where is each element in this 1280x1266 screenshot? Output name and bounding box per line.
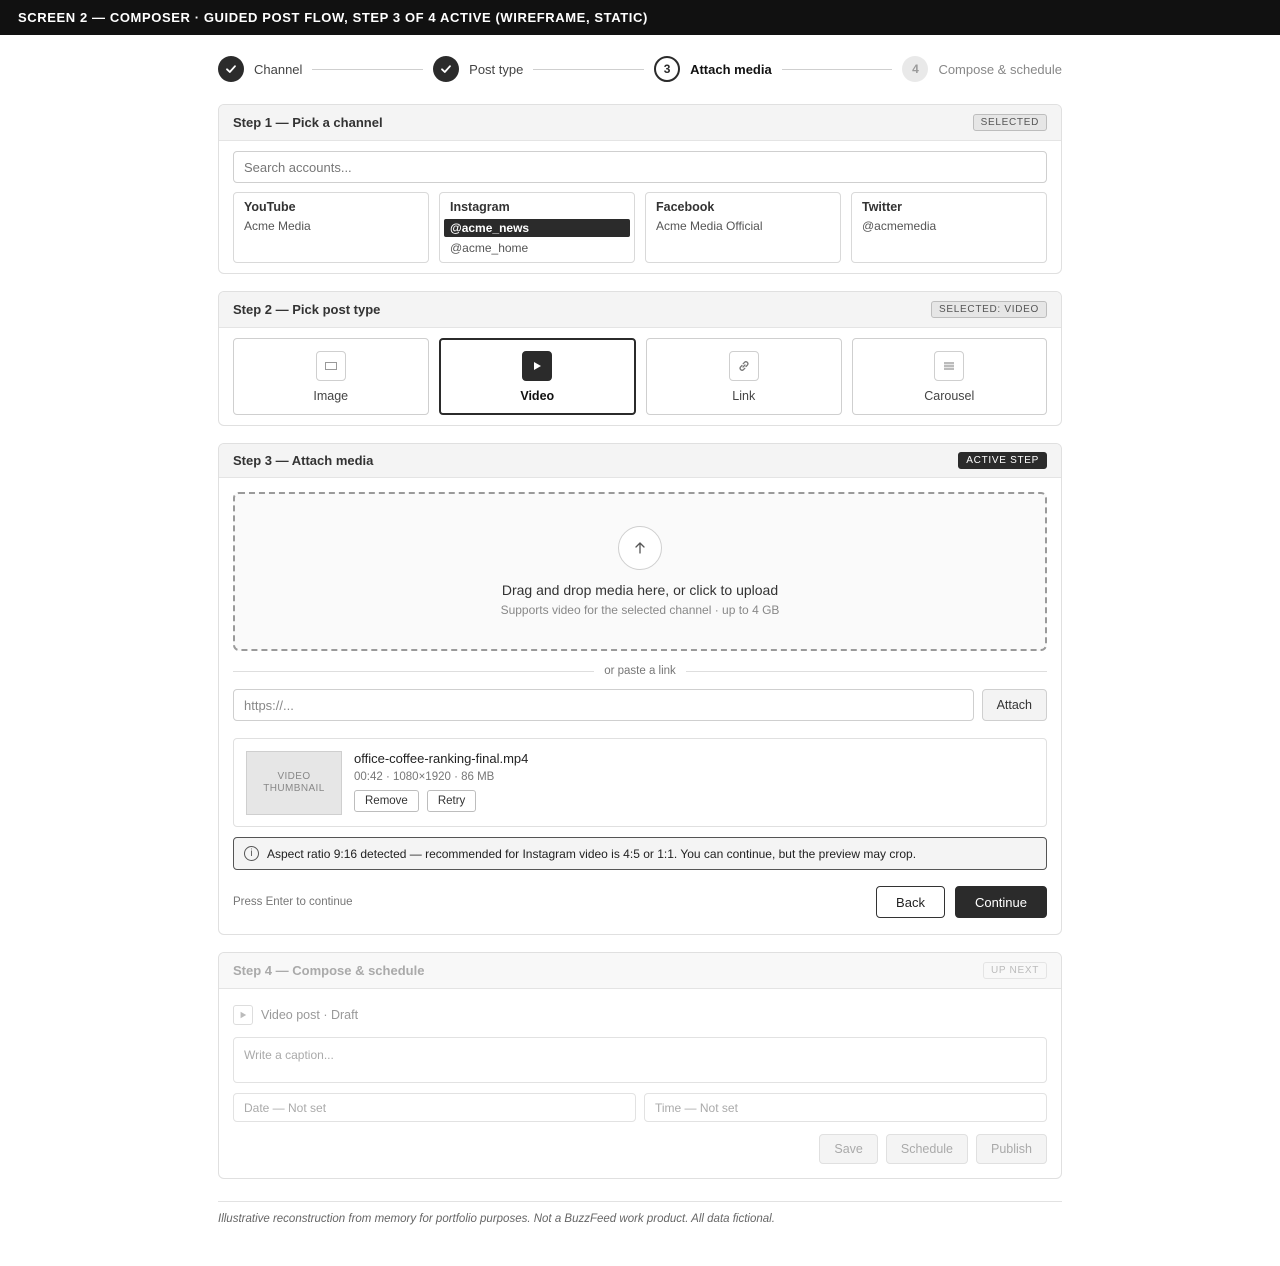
stepper-connector xyxy=(781,68,893,70)
media-url-input[interactable]: https://... xyxy=(233,689,974,721)
info-icon: i xyxy=(244,846,259,861)
or-divider: or paste a link xyxy=(233,665,1048,677)
step3-header: Step 3 — Attach media ACTIVE STEP xyxy=(219,444,1061,478)
step3-card: Step 3 — Attach media ACTIVE STEP Drag a… xyxy=(218,443,1062,935)
channel-card-youtube[interactable]: YouTube Acme Media xyxy=(233,192,429,263)
composer: Channel Post type 3 Attach media 4 Compo… xyxy=(218,35,1062,1225)
account-option[interactable]: Acme Media Official xyxy=(656,219,830,233)
stepper-step-channel[interactable]: Channel xyxy=(218,56,302,82)
stepper-label: Channel xyxy=(254,61,303,77)
step-number: 3 xyxy=(654,56,681,82)
post-type-image[interactable]: Image xyxy=(233,338,429,415)
channel-card-facebook[interactable]: Facebook Acme Media Official xyxy=(645,192,841,263)
stepper-label: Post type xyxy=(469,61,524,77)
time-field[interactable]: Time — Not set xyxy=(644,1093,1047,1122)
stepper-connector xyxy=(312,68,424,70)
post-type-link[interactable]: Link xyxy=(646,338,842,415)
step3-title: Step 3 — Attach media xyxy=(233,453,374,468)
drop-zone-subtitle: Supports video for the selected channel … xyxy=(500,603,780,617)
account-option-selected[interactable]: @acme_news xyxy=(444,219,630,237)
step-number: 4 xyxy=(902,56,929,82)
step2-title: Step 2 — Pick post type xyxy=(233,302,381,317)
step1-header: Step 1 — Pick a channel SELECTED xyxy=(219,105,1061,141)
channel-name: Instagram xyxy=(450,200,510,214)
step2-card: Step 2 — Pick post type SELECTED: VIDEO … xyxy=(218,291,1062,426)
date-field[interactable]: Date — Not set xyxy=(233,1093,636,1122)
post-type-label: Link xyxy=(732,388,756,403)
check-icon xyxy=(218,56,244,82)
stepper-label: Attach media xyxy=(690,61,772,77)
stepper-connector xyxy=(533,68,645,70)
aspect-ratio-warning: i Aspect ratio 9:16 detected — recommend… xyxy=(233,837,1047,870)
attached-file: VIDEO THUMBNAIL office-coffee-ranking-fi… xyxy=(233,738,1047,827)
post-type-list: Image Video Link Carousel xyxy=(233,338,1047,415)
keyboard-hint: Press Enter to continue xyxy=(233,896,353,908)
channel-name: Facebook xyxy=(656,200,715,214)
account-option[interactable]: Acme Media xyxy=(244,219,418,233)
file-name: office-coffee-ranking-final.mp4 xyxy=(354,751,529,766)
disclaimer: Illustrative reconstruction from memory … xyxy=(218,1201,1062,1225)
back-button[interactable]: Back xyxy=(876,886,945,918)
stepper-label: Compose & schedule xyxy=(938,61,1063,77)
channel-card-twitter[interactable]: Twitter @acmemedia xyxy=(851,192,1047,263)
post-type-summary-text: Video post · Draft xyxy=(261,1008,359,1022)
drop-zone-title: Drag and drop media here, or click to up… xyxy=(501,582,779,598)
image-icon xyxy=(315,350,346,381)
retry-button[interactable]: Retry xyxy=(426,790,477,812)
carousel-icon xyxy=(934,350,965,381)
step1-title: Step 1 — Pick a channel xyxy=(233,115,383,130)
remove-button[interactable]: Remove xyxy=(354,790,419,812)
account-search-input[interactable]: Search accounts... xyxy=(233,151,1047,183)
post-type-label: Video xyxy=(520,388,555,403)
play-icon xyxy=(522,350,553,381)
stepper-step-attach-media[interactable]: 3 Attach media xyxy=(654,56,772,82)
channel-card-instagram[interactable]: Instagram @acme_news @acme_home xyxy=(439,192,635,263)
video-thumbnail: VIDEO THUMBNAIL xyxy=(246,751,342,815)
schedule-button[interactable]: Schedule xyxy=(885,1134,968,1164)
media-drop-zone[interactable]: Drag and drop media here, or click to up… xyxy=(233,492,1047,651)
step2-header: Step 2 — Pick post type SELECTED: VIDEO xyxy=(219,292,1061,328)
status-badge: ACTIVE STEP xyxy=(958,452,1047,469)
link-icon xyxy=(728,350,759,381)
caption-input[interactable]: Write a caption... xyxy=(233,1037,1047,1083)
status-badge: UP NEXT xyxy=(982,962,1047,979)
warning-text: Aspect ratio 9:16 detected — recommended… xyxy=(267,846,917,861)
step4-title: Step 4 — Compose & schedule xyxy=(233,963,425,978)
file-meta: 00:42 · 1080×1920 · 86 MB xyxy=(354,771,495,783)
stepper-step-post-type[interactable]: Post type xyxy=(433,56,523,82)
stepper: Channel Post type 3 Attach media 4 Compo… xyxy=(218,35,1062,103)
check-icon xyxy=(433,56,460,82)
channel-name: YouTube xyxy=(244,200,296,214)
divider-label: or paste a link xyxy=(604,665,676,677)
play-icon xyxy=(233,1005,253,1025)
post-type-summary: Video post · Draft xyxy=(233,1005,1047,1025)
channel-list: YouTube Acme Media Instagram @acme_news … xyxy=(233,192,1047,263)
save-button[interactable]: Save xyxy=(819,1134,878,1164)
screen-title-bar: SCREEN 2 — COMPOSER · GUIDED POST FLOW, … xyxy=(0,0,1280,35)
upload-arrow-icon xyxy=(618,526,662,570)
post-type-label: Carousel xyxy=(924,388,975,403)
post-type-label: Image xyxy=(313,388,349,403)
status-badge: SELECTED: VIDEO xyxy=(931,301,1047,318)
step4-header: Step 4 — Compose & schedule UP NEXT xyxy=(219,953,1061,989)
attach-button[interactable]: Attach xyxy=(981,689,1047,721)
screen-title: SCREEN 2 — COMPOSER · GUIDED POST FLOW, … xyxy=(18,10,648,25)
step3-footer: Press Enter to continue Back Continue xyxy=(233,886,1047,922)
status-badge: SELECTED xyxy=(972,114,1047,131)
continue-button[interactable]: Continue xyxy=(954,886,1047,918)
account-option[interactable]: @acme_home xyxy=(450,241,624,255)
channel-name: Twitter xyxy=(862,200,903,214)
account-option[interactable]: @acmemedia xyxy=(862,219,1036,233)
post-type-carousel[interactable]: Carousel xyxy=(851,338,1047,415)
stepper-step-compose: 4 Compose & schedule xyxy=(902,56,1062,82)
post-type-video[interactable]: Video xyxy=(438,338,636,415)
step1-card: Step 1 — Pick a channel SELECTED Search … xyxy=(218,104,1062,274)
step4-card: Step 4 — Compose & schedule UP NEXT Vide… xyxy=(218,952,1062,1179)
publish-button[interactable]: Publish xyxy=(976,1134,1047,1164)
paste-link-row: https://... Attach xyxy=(233,689,1047,721)
